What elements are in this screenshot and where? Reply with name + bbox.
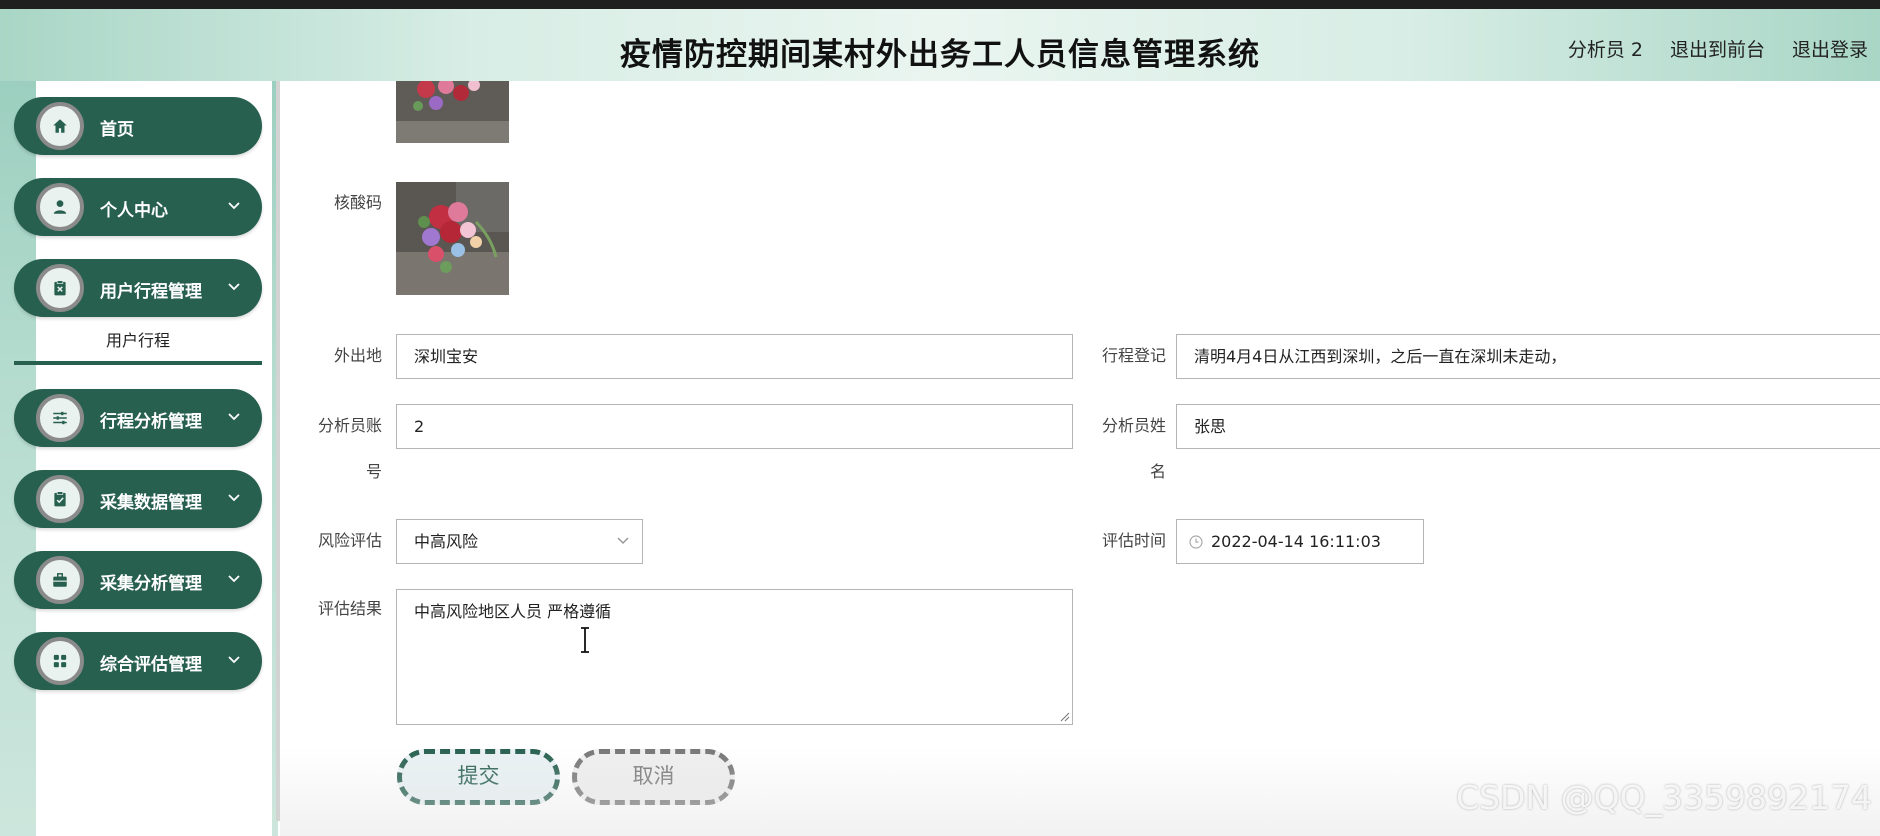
- sidebar-item-trip-analysis[interactable]: 行程分析管理: [14, 389, 262, 447]
- clipboard-x-icon: [36, 264, 84, 312]
- analyst-account-label-wrap: 号: [365, 462, 382, 481]
- user-icon: [36, 183, 84, 231]
- eval-result-label: 评估结果: [317, 599, 382, 618]
- watermark: CSDN @QQ_3359892174: [1456, 778, 1872, 817]
- analyst-name-label: 分析员姓: [1101, 416, 1166, 435]
- user-link[interactable]: 分析员 2: [1568, 35, 1643, 62]
- nucleic-code-label: 核酸码: [333, 193, 382, 212]
- sidebar-item-label: 行程分析管理: [100, 412, 202, 432]
- app-header: 疫情防控期间某村外出务工人员信息管理系统 分析员 2 退出到前台 退出登录: [0, 9, 1880, 81]
- sidebar-item-label: 综合评估管理: [100, 655, 202, 675]
- chevron-down-icon: [228, 656, 240, 664]
- sidebar-item-trip-mgmt[interactable]: 用户行程管理: [14, 259, 262, 317]
- eval-time-value: 2022-04-14 16:11:03: [1211, 532, 1381, 551]
- sidebar-item-home[interactable]: 首页: [14, 97, 262, 155]
- resize-grip-icon[interactable]: [1058, 710, 1070, 722]
- eval-result-textarea[interactable]: 中高风险地区人员 严格遵循: [396, 589, 1073, 725]
- risk-assessment-select[interactable]: 中高风险: [396, 519, 643, 564]
- main-content: 核酸码 外出地 深圳宝安 行程登记 清明4月4日从江西到深圳，之后一直在深圳未走…: [280, 81, 1880, 836]
- trip-registration-field[interactable]: 清明4月4日从江西到深圳，之后一直在深圳未走动，: [1176, 334, 1880, 379]
- sliders-icon: [36, 394, 84, 442]
- eval-time-picker[interactable]: 2022-04-14 16:11:03: [1176, 519, 1424, 564]
- header-links: 分析员 2 退出到前台 退出登录: [1568, 35, 1868, 62]
- risk-assessment-label: 风险评估: [317, 531, 382, 550]
- eval-result-value: 中高风险地区人员 严格遵循: [414, 602, 612, 621]
- clock-icon: [1189, 535, 1203, 549]
- trip-registration-label: 行程登记: [1101, 346, 1166, 365]
- destination-field[interactable]: 深圳宝安: [396, 334, 1073, 379]
- analyst-name-field[interactable]: 张思: [1176, 404, 1880, 449]
- sidebar-item-collection-analysis[interactable]: 采集分析管理: [14, 551, 262, 609]
- sidebar-item-data-collection[interactable]: 采集数据管理: [14, 470, 262, 528]
- nucleic-code-image[interactable]: [396, 182, 509, 295]
- chevron-down-icon: [228, 202, 240, 210]
- chevron-down-icon: [617, 537, 629, 545]
- sidebar-item-overall-eval[interactable]: 综合评估管理: [14, 632, 262, 690]
- sidebar-item-label: 采集数据管理: [100, 493, 202, 513]
- home-icon: [36, 102, 84, 150]
- submenu-active-indicator: [14, 361, 262, 365]
- sidebar-item-personal[interactable]: 个人中心: [14, 178, 262, 236]
- grid-icon: [36, 637, 84, 685]
- chevron-down-icon: [228, 283, 240, 291]
- analyst-account-field[interactable]: 2: [396, 404, 1073, 449]
- logout-link[interactable]: 退出登录: [1792, 35, 1868, 62]
- window-top-strip: [0, 0, 1880, 9]
- destination-label: 外出地: [333, 346, 382, 365]
- photo-thumbnail[interactable]: [396, 81, 509, 143]
- submit-button[interactable]: 提交: [397, 749, 560, 805]
- sidebar-item-label: 首页: [100, 120, 134, 140]
- eval-time-label: 评估时间: [1101, 531, 1166, 550]
- sidebar-subitem-user-trip[interactable]: 用户行程: [14, 327, 262, 357]
- cancel-button[interactable]: 取消: [572, 749, 735, 805]
- analyst-account-label: 分析员账: [317, 416, 382, 435]
- sidebar-item-label: 用户行程管理: [100, 282, 202, 302]
- analyst-name-label-wrap: 名: [1149, 462, 1166, 481]
- clipboard-check-icon: [36, 475, 84, 523]
- risk-assessment-value: 中高风险: [414, 532, 479, 551]
- front-link[interactable]: 退出到前台: [1670, 35, 1765, 62]
- briefcase-icon: [36, 556, 84, 604]
- sidebar-item-label: 个人中心: [100, 201, 168, 221]
- chevron-down-icon: [228, 494, 240, 502]
- chevron-down-icon: [228, 413, 240, 421]
- sidebar-item-label: 采集分析管理: [100, 574, 202, 594]
- chevron-down-icon: [228, 575, 240, 583]
- text-cursor-icon: [581, 627, 589, 653]
